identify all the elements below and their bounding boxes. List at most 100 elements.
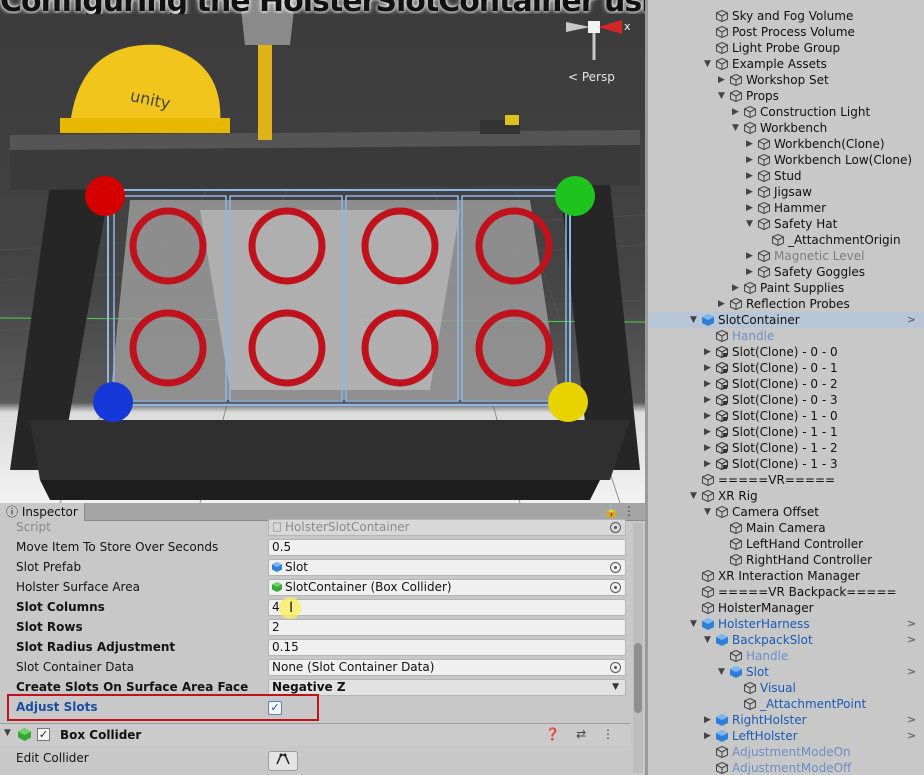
object-picker-icon[interactable]	[610, 582, 621, 593]
fold-arrow-icon[interactable]: ▼	[4, 728, 11, 738]
expanded-arrow-icon[interactable]: ▼	[690, 488, 700, 504]
property-field[interactable]: Slot	[268, 559, 626, 576]
inspector-tab-tools[interactable]: 🔒 ⋮	[604, 504, 635, 518]
hierarchy-item[interactable]: Handle	[648, 648, 924, 664]
hierarchy-item[interactable]: ▶ Workbench(Clone)	[648, 136, 924, 152]
expanded-arrow-icon[interactable]: ▼	[690, 312, 700, 328]
box-collider-header[interactable]: ▼ ✓ Box Collider ❓ ⇄ ⋮	[0, 723, 630, 745]
open-prefab-chevron-icon[interactable]: >	[907, 312, 916, 328]
expanded-arrow-icon[interactable]: ▼	[718, 664, 728, 680]
hierarchy-item[interactable]: ▶ Slot(Clone) - 1 - 3	[648, 456, 924, 472]
property-field[interactable]: 0.5	[268, 539, 626, 556]
open-prefab-chevron-icon[interactable]: >	[907, 712, 916, 728]
hierarchy-item[interactable]: RightHand Controller	[648, 552, 924, 568]
hierarchy-item[interactable]: Sky and Fog Volume	[648, 8, 924, 24]
hierarchy-item[interactable]: Handle	[648, 328, 924, 344]
collapsed-arrow-icon[interactable]: ▶	[746, 248, 756, 264]
collapsed-arrow-icon[interactable]: ▶	[746, 264, 756, 280]
object-picker-icon[interactable]	[610, 662, 621, 673]
property-field[interactable]: 2	[268, 619, 626, 636]
hierarchy-item[interactable]: LeftHand Controller	[648, 536, 924, 552]
hierarchy-item[interactable]: ▼ Safety Hat	[648, 216, 924, 232]
hierarchy-item[interactable]: ▶ Slot(Clone) - 1 - 0	[648, 408, 924, 424]
hierarchy-item[interactable]: Main Camera	[648, 520, 924, 536]
hierarchy-item[interactable]: ▶ Reflection Probes	[648, 296, 924, 312]
hierarchy-item[interactable]: ▶ Paint Supplies	[648, 280, 924, 296]
scrollbar-thumb[interactable]	[634, 643, 642, 713]
hierarchy-item[interactable]: ▶ Magnetic Level	[648, 248, 924, 264]
collapsed-arrow-icon[interactable]: ▶	[704, 344, 714, 360]
open-prefab-chevron-icon[interactable]: >	[907, 616, 916, 632]
hierarchy-item[interactable]: ▼ SlotContainer >	[648, 312, 924, 328]
hierarchy-item[interactable]: ▶ Jigsaw	[648, 184, 924, 200]
expanded-arrow-icon[interactable]: ▼	[704, 56, 714, 72]
hierarchy-item[interactable]: ▶ Safety Goggles	[648, 264, 924, 280]
collapsed-arrow-icon[interactable]: ▶	[732, 280, 742, 296]
collapsed-arrow-icon[interactable]: ▶	[704, 360, 714, 376]
expanded-arrow-icon[interactable]: ▼	[690, 616, 700, 632]
open-prefab-chevron-icon[interactable]: >	[907, 728, 916, 744]
collapsed-arrow-icon[interactable]: ▶	[746, 152, 756, 168]
hierarchy-item[interactable]: ▼ Camera Offset	[648, 504, 924, 520]
expanded-arrow-icon[interactable]: ▼	[746, 216, 756, 232]
collapsed-arrow-icon[interactable]: ▶	[704, 440, 714, 456]
collapsed-arrow-icon[interactable]: ▶	[704, 712, 714, 728]
hierarchy-item[interactable]: ▶ Slot(Clone) - 0 - 1	[648, 360, 924, 376]
open-prefab-chevron-icon[interactable]: >	[907, 664, 916, 680]
hierarchy-panel[interactable]: Sky and Fog Volume Post Process Volume Lig…	[645, 0, 924, 775]
object-picker-icon[interactable]	[610, 522, 621, 533]
hierarchy-item[interactable]: ▶ Hammer	[648, 200, 924, 216]
inspector-scrollbar[interactable]	[633, 523, 643, 773]
hierarchy-item[interactable]: ▶ Slot(Clone) - 1 - 1	[648, 424, 924, 440]
hierarchy-item[interactable]: ▶ Workshop Set	[648, 72, 924, 88]
collapsed-arrow-icon[interactable]: ▶	[704, 376, 714, 392]
collapsed-arrow-icon[interactable]: ▶	[704, 728, 714, 744]
hierarchy-item[interactable]: AdjustmentModeOn	[648, 744, 924, 760]
hierarchy-item[interactable]: ▼ HolsterHarness >	[648, 616, 924, 632]
hierarchy-item[interactable]: HolsterManager	[648, 600, 924, 616]
property-field[interactable]: SlotContainer (Box Collider)	[268, 579, 626, 596]
hierarchy-item[interactable]: =====VR Backpack=====	[648, 584, 924, 600]
hierarchy-item[interactable]: ▶ Slot(Clone) - 0 - 3	[648, 392, 924, 408]
hierarchy-item[interactable]: _AttachmentOrigin	[648, 232, 924, 248]
hierarchy-item[interactable]: ▶ Slot(Clone) - 1 - 2	[648, 440, 924, 456]
hierarchy-item[interactable]: Post Process Volume	[648, 24, 924, 40]
hierarchy-item[interactable]: ▶ Stud	[648, 168, 924, 184]
property-field[interactable]: None (Slot Container Data)	[268, 659, 626, 676]
expanded-arrow-icon[interactable]: ▼	[704, 632, 714, 648]
collapsed-arrow-icon[interactable]: ▶	[746, 184, 756, 200]
collapsed-arrow-icon[interactable]: ▶	[718, 72, 728, 88]
box-collider-enabled-checkbox[interactable]: ✓	[37, 728, 50, 741]
hierarchy-item[interactable]: XR Interaction Manager	[648, 568, 924, 584]
hierarchy-item[interactable]: ▶ LeftHolster >	[648, 728, 924, 744]
collapsed-arrow-icon[interactable]: ▶	[704, 456, 714, 472]
collapsed-arrow-icon[interactable]: ▶	[746, 168, 756, 184]
property-dropdown[interactable]: Negative Z ▼	[268, 679, 626, 696]
edit-collider-button[interactable]	[268, 751, 298, 771]
object-picker-icon[interactable]	[610, 562, 621, 573]
hierarchy-item[interactable]: ▼ XR Rig	[648, 488, 924, 504]
projection-label[interactable]: < Persp	[568, 70, 615, 84]
hierarchy-item[interactable]: ▶ Workbench Low(Clone)	[648, 152, 924, 168]
expanded-arrow-icon[interactable]: ▼	[732, 120, 742, 136]
hierarchy-item[interactable]: ▼ Slot >	[648, 664, 924, 680]
hierarchy-item[interactable]: AdjustmentModeOff	[648, 760, 924, 775]
hierarchy-item[interactable]: ▼ Example Assets	[648, 56, 924, 72]
hierarchy-item[interactable]: ▼ Props	[648, 88, 924, 104]
collapsed-arrow-icon[interactable]: ▶	[718, 296, 728, 312]
hierarchy-item[interactable]: ▼ BackpackSlot >	[648, 632, 924, 648]
scene-view[interactable]: unity < Persp x	[0, 0, 645, 503]
property-field[interactable]: 4	[268, 599, 626, 616]
hierarchy-item[interactable]: ▶ Slot(Clone) - 0 - 2	[648, 376, 924, 392]
collapsed-arrow-icon[interactable]: ▶	[746, 200, 756, 216]
hierarchy-item[interactable]: Light Probe Group	[648, 40, 924, 56]
component-tools[interactable]: ❓ ⇄ ⋮	[545, 727, 620, 741]
property-field[interactable]: 0.15	[268, 639, 626, 656]
hierarchy-item[interactable]: Visual	[648, 680, 924, 696]
expanded-arrow-icon[interactable]: ▼	[704, 504, 714, 520]
hierarchy-item[interactable]: ▶ Construction Light	[648, 104, 924, 120]
open-prefab-chevron-icon[interactable]: >	[907, 632, 916, 648]
dropdown-arrow-icon[interactable]: ▼	[612, 680, 619, 695]
hierarchy-item[interactable]: ▶ RightHolster >	[648, 712, 924, 728]
collapsed-arrow-icon[interactable]: ▶	[746, 136, 756, 152]
